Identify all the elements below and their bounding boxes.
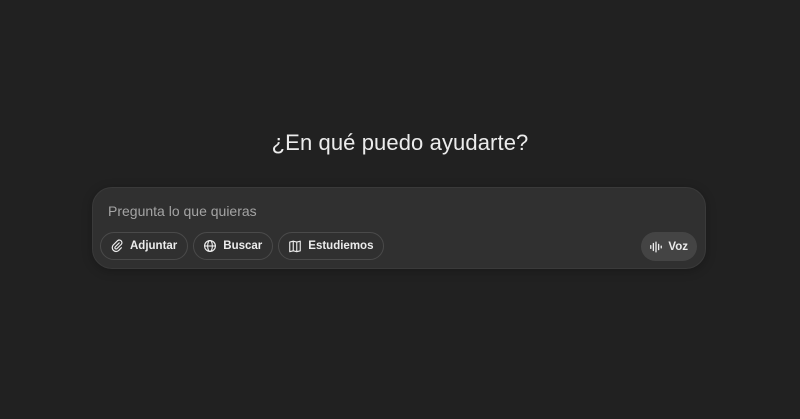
study-button[interactable]: Estudiemos [278, 232, 385, 260]
prompt-composer: Adjuntar Buscar [92, 187, 706, 269]
prompt-input[interactable] [108, 202, 668, 220]
search-label: Buscar [223, 240, 263, 252]
globe-icon [203, 239, 217, 253]
voice-button[interactable]: Voz [641, 232, 697, 261]
voice-label: Voz [668, 240, 688, 253]
composer-tools: Adjuntar Buscar Estudiemos [100, 232, 385, 260]
study-label: Estudiemos [308, 240, 374, 252]
attach-label: Adjuntar [130, 240, 178, 252]
voice-waveform-icon [649, 240, 663, 254]
paperclip-icon [110, 239, 124, 253]
page-heading: ¿En qué puedo ayudarte? [271, 130, 529, 155]
chat-start-page: ¿En qué puedo ayudarte? Adjuntar [0, 0, 800, 419]
attach-button[interactable]: Adjuntar [100, 232, 189, 260]
book-icon [288, 239, 302, 253]
search-button[interactable]: Buscar [193, 232, 274, 260]
